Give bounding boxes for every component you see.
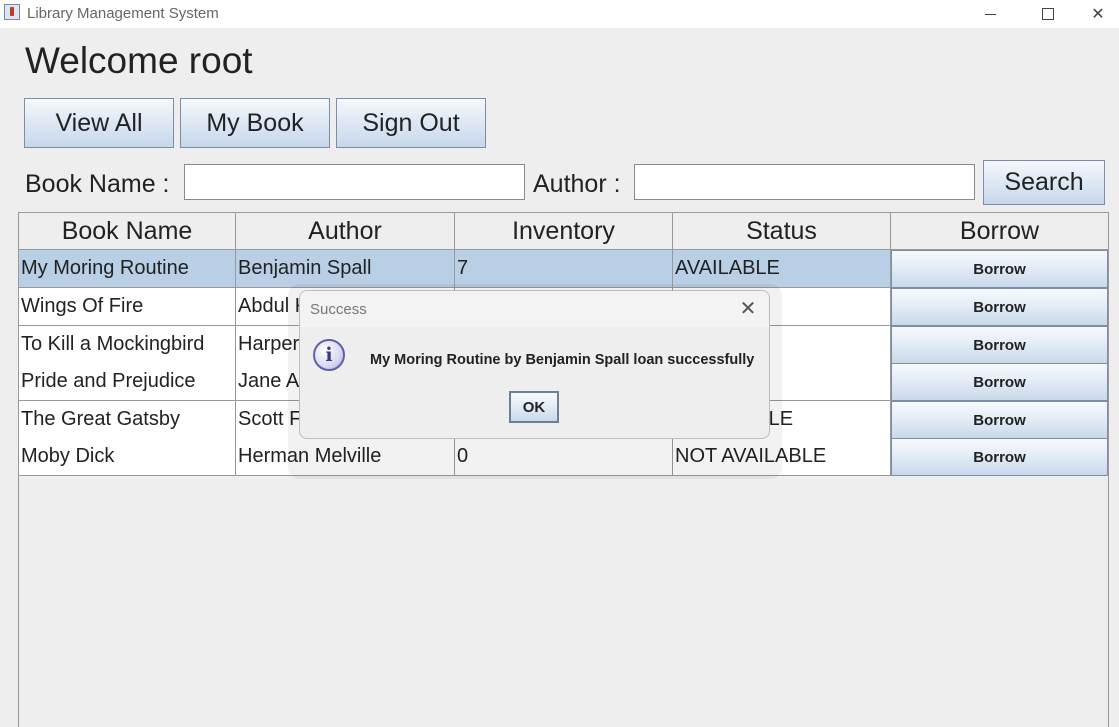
close-icon: ✕ — [1091, 6, 1105, 23]
window-titlebar: Library Management System ✕ — [0, 0, 1119, 28]
borrow-button[interactable]: Borrow — [891, 438, 1108, 476]
view-all-button[interactable]: View All — [24, 98, 174, 148]
java-app-icon — [4, 4, 20, 20]
cell-book-name[interactable]: Moby Dick — [19, 438, 236, 476]
cell-book-name[interactable]: To Kill a Mockingbird — [19, 326, 236, 364]
minimize-button[interactable] — [961, 0, 1019, 28]
window-title: Library Management System — [27, 5, 219, 22]
column-header-book-name[interactable]: Book Name — [19, 213, 236, 250]
success-dialog: Success ✕ i My Moring Routine by Benjami… — [299, 290, 770, 439]
info-icon: i — [313, 339, 345, 371]
search-button[interactable]: Search — [983, 160, 1105, 205]
dialog-titlebar: Success ✕ — [300, 291, 769, 327]
dialog-title: Success — [310, 301, 367, 318]
cell-author[interactable]: Benjamin Spall — [236, 250, 455, 288]
welcome-heading: Welcome root — [25, 40, 253, 81]
sign-out-button[interactable]: Sign Out — [336, 98, 486, 148]
column-header-inventory[interactable]: Inventory — [455, 213, 673, 250]
cell-book-name[interactable]: Pride and Prejudice — [19, 363, 236, 401]
cell-inventory[interactable]: 7 — [455, 250, 673, 288]
column-header-author[interactable]: Author — [236, 213, 455, 250]
borrow-button[interactable]: Borrow — [891, 401, 1108, 439]
cell-book-name[interactable]: My Moring Routine — [19, 250, 236, 288]
dialog-close-icon[interactable]: ✕ — [737, 297, 759, 320]
cell-status[interactable]: AVAILABLE — [673, 250, 891, 288]
close-window-button[interactable]: ✕ — [1077, 0, 1119, 28]
minimize-icon — [984, 13, 996, 15]
cell-book-name[interactable]: The Great Gatsby — [19, 401, 236, 439]
ok-button[interactable]: OK — [509, 391, 559, 423]
table-row[interactable]: My Moring Routine Benjamin Spall 7 AVAIL… — [19, 250, 1108, 288]
maximize-icon — [1042, 8, 1054, 20]
maximize-button[interactable] — [1019, 0, 1077, 28]
borrow-button[interactable]: Borrow — [891, 250, 1108, 288]
cell-book-name[interactable]: Wings Of Fire — [19, 288, 236, 326]
book-name-label: Book Name : — [25, 170, 170, 198]
author-label: Author : — [533, 170, 621, 198]
book-name-input[interactable] — [184, 164, 525, 200]
column-header-borrow[interactable]: Borrow — [891, 213, 1108, 250]
author-input[interactable] — [634, 164, 975, 200]
my-book-button[interactable]: My Book — [180, 98, 330, 148]
borrow-button[interactable]: Borrow — [891, 363, 1108, 401]
dialog-message: My Moring Routine by Benjamin Spall loan… — [370, 352, 755, 368]
column-header-status[interactable]: Status — [673, 213, 891, 250]
borrow-button[interactable]: Borrow — [891, 326, 1108, 364]
borrow-button[interactable]: Borrow — [891, 288, 1108, 326]
